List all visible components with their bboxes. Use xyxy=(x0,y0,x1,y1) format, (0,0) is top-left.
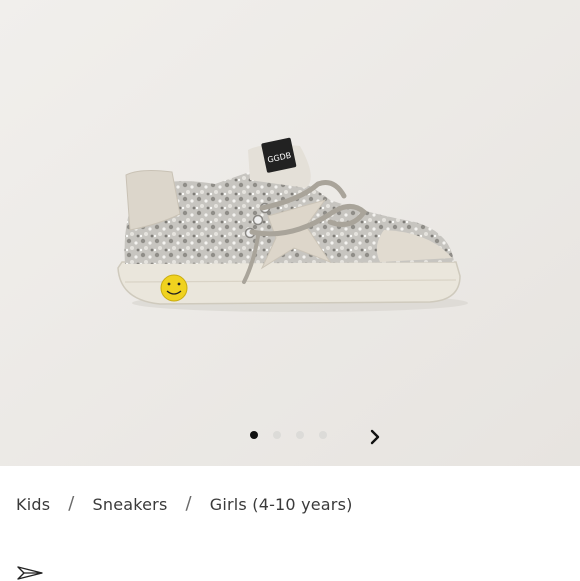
paper-plane-icon[interactable] xyxy=(16,565,44,581)
carousel-dot-3[interactable] xyxy=(296,431,304,439)
carousel-dot-2[interactable] xyxy=(273,431,281,439)
carousel-dot-1[interactable] xyxy=(250,431,258,439)
carousel-pagination xyxy=(250,431,327,439)
breadcrumb-sneakers[interactable]: Sneakers xyxy=(93,495,168,514)
breadcrumb-separator: / xyxy=(68,493,75,514)
product-image: GGDB xyxy=(0,0,580,466)
breadcrumb-kids[interactable]: Kids xyxy=(16,495,50,514)
breadcrumb-girls[interactable]: Girls (4-10 years) xyxy=(210,495,353,514)
breadcrumb-separator: / xyxy=(185,493,192,514)
product-image-gallery[interactable]: GGDB xyxy=(0,0,580,466)
carousel-dot-4[interactable] xyxy=(319,431,327,439)
chevron-right-icon[interactable] xyxy=(366,428,384,446)
breadcrumb: Kids / Sneakers / Girls (4-10 years) xyxy=(16,493,353,515)
